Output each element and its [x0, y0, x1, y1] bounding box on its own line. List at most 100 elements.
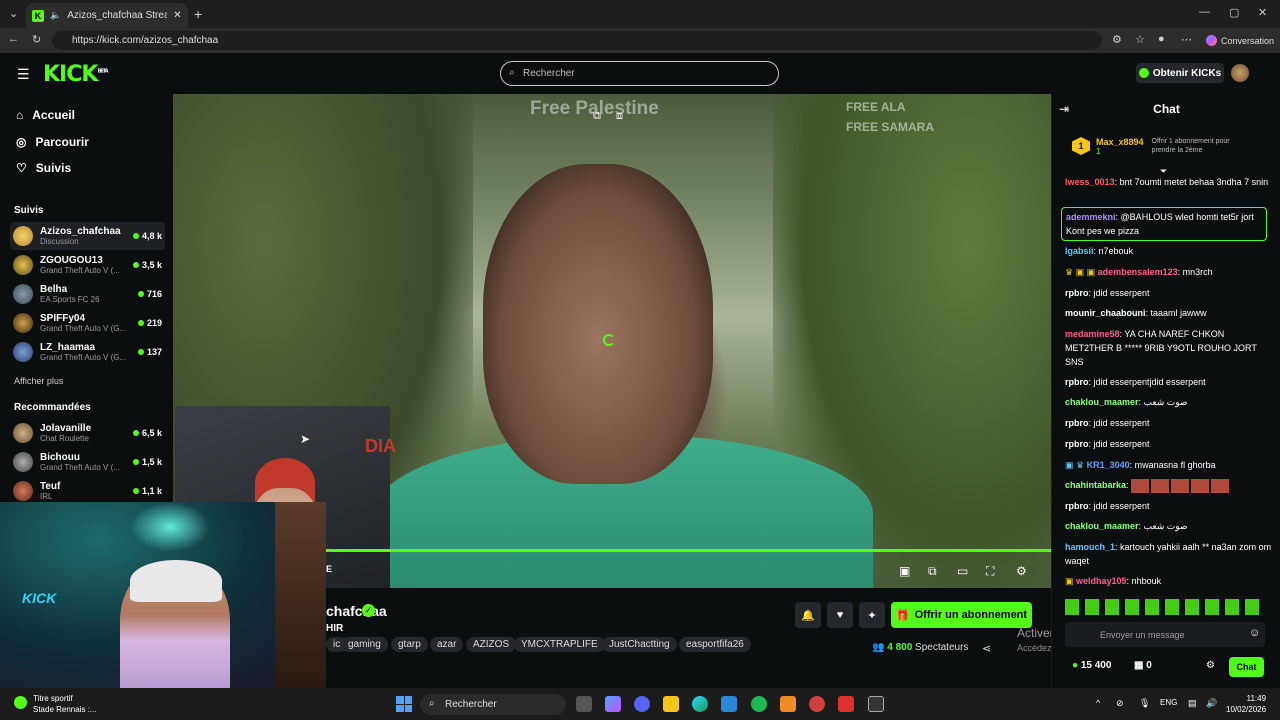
sidebar-channel[interactable]: Jolavanille Chat Roulette 6,5 k — [10, 419, 165, 447]
close-window-icon[interactable]: ✕ — [1258, 6, 1267, 19]
profile-icon[interactable]: ● — [1158, 33, 1165, 45]
steam-icon[interactable] — [809, 696, 825, 712]
microphone-icon[interactable]: 🎙 — [1139, 698, 1150, 709]
emote-bar[interactable] — [1065, 599, 1265, 615]
stream-tag[interactable]: gaming — [341, 637, 388, 652]
follow-button[interactable]: ♥ — [827, 602, 853, 628]
start-icon[interactable] — [396, 696, 412, 712]
share-icon[interactable]: ⋖ — [982, 642, 991, 655]
extensions-icon[interactable]: ⚙ — [1112, 33, 1122, 46]
close-tab-icon[interactable]: ✕ — [173, 10, 181, 21]
gift-subscription-button[interactable]: 🎁 Offrir un abonnement — [891, 602, 1032, 628]
back-icon[interactable]: ← — [8, 33, 19, 45]
language-indicator[interactable]: ENG — [1160, 698, 1177, 707]
clip-icon[interactable]: ⧈ — [616, 110, 623, 123]
chat-username[interactable]: KR1_3040 — [1087, 460, 1130, 470]
minimize-icon[interactable]: — — [1199, 6, 1210, 18]
chat-username[interactable]: chaklou_maamer — [1065, 521, 1139, 531]
nav-browse[interactable]: ◎ Parcourir — [16, 135, 89, 149]
url-field[interactable]: https://kick.com/azizos_chafchaa — [52, 31, 1102, 50]
sidebar-channel[interactable]: Bichouu Grand Theft Auto V (... 1,5 k — [10, 448, 165, 476]
show-more-link[interactable]: Afficher plus — [14, 376, 63, 386]
fullscreen-icon[interactable]: ⛶ — [986, 564, 994, 579]
task-view-icon[interactable] — [576, 696, 592, 712]
sidebar-channel[interactable]: Teuf IRL 1,1 k — [10, 477, 165, 505]
maximize-icon[interactable]: ▢ — [1229, 6, 1239, 19]
obs-icon[interactable] — [868, 696, 884, 712]
get-kicks-button[interactable]: Obtenir KICKs — [1136, 63, 1224, 83]
sidebar-channel[interactable]: Azizos_chafchaa Discussion 4,8 k — [10, 222, 165, 250]
stream-tag[interactable]: AZIZOS — [466, 637, 517, 652]
game-launcher-icon[interactable] — [838, 696, 854, 712]
stream-tag[interactable]: JustChactting — [602, 637, 677, 652]
refresh-icon[interactable]: ↻ — [32, 33, 41, 46]
search-input[interactable]: ⌕ Rechercher — [500, 61, 779, 86]
sidebar-channel[interactable]: ZGOUGOU13 Grand Theft Auto V (... 3,5 k — [10, 251, 165, 279]
menu-icon[interactable]: ☰ — [17, 66, 30, 83]
chat-username[interactable]: rpbro — [1065, 377, 1089, 387]
chat-username[interactable]: rpbro — [1065, 501, 1089, 511]
app-icon[interactable] — [780, 696, 796, 712]
stream-tag[interactable]: gtarp — [391, 637, 428, 652]
notification-bell-button[interactable]: 🔔 — [795, 602, 821, 628]
channel-name-title[interactable]: chafchaa — [326, 603, 387, 619]
clip-button-icon[interactable]: ⧉ — [928, 564, 937, 579]
browser-tab[interactable]: K 🔈 Azizos_chafchaa Stream - Wa ✕ — [26, 3, 188, 28]
volume-icon[interactable]: 🔊 — [1206, 698, 1217, 709]
network-off-icon[interactable]: ⊘ — [1116, 698, 1124, 709]
chat-username[interactable]: rpbro — [1065, 288, 1089, 298]
sidebar-channel[interactable]: LZ_haamaa Grand Theft Auto V (G... 137 — [10, 338, 165, 366]
chat-username[interactable]: hamouch_1 — [1065, 542, 1115, 552]
sidebar-channel[interactable]: SPIFFy04 Grand Theft Auto V (G... 219 — [10, 309, 165, 337]
discord-icon[interactable] — [634, 696, 650, 712]
favorites-icon[interactable]: ☆ — [1135, 33, 1145, 46]
nav-following[interactable]: ♡ Suivis — [16, 161, 71, 175]
tray-chevron-icon[interactable]: ^ — [1096, 698, 1100, 708]
user-avatar[interactable] — [1231, 64, 1249, 82]
nav-home[interactable]: ⌂ Accueil — [16, 108, 75, 122]
stream-tag[interactable]: easportfifa26 — [679, 637, 751, 652]
chat-username[interactable]: weldhay105 — [1076, 576, 1127, 586]
taskbar-search[interactable]: ⌕ Rechercher — [420, 694, 566, 715]
chat-username[interactable]: lgabsii — [1065, 246, 1094, 256]
spotify-icon[interactable] — [751, 696, 767, 712]
weather-widget[interactable]: Titre sportif Stade Rennais :... — [33, 693, 97, 715]
chat-username[interactable]: rpbro — [1065, 439, 1089, 449]
chat-username[interactable]: chahintabarka — [1065, 480, 1126, 490]
chat-username[interactable]: ademmekni — [1066, 212, 1116, 222]
emoji-icon[interactable]: ☺ — [1249, 627, 1260, 639]
stream-tag[interactable]: YMCXTRAPLIFE — [514, 637, 605, 652]
kicks-balance[interactable]: ● 15 400 — [1072, 660, 1111, 671]
send-chat-button[interactable]: Chat — [1229, 657, 1264, 677]
new-tab-icon[interactable]: + — [194, 6, 202, 22]
chat-settings-icon[interactable]: ⚙ — [1206, 660, 1215, 671]
conversation-button[interactable]: Conversation — [1200, 31, 1280, 50]
sidebar-channel[interactable]: Belha EA Sports FC 26 716 — [10, 280, 165, 308]
chat-username[interactable]: lwess_0013 — [1065, 177, 1115, 187]
more-icon[interactable]: ⋯ — [1181, 33, 1192, 46]
sparkle-button[interactable]: ✦ — [859, 602, 885, 628]
mini-player-icon[interactable]: ▭ — [957, 564, 968, 578]
wifi-icon[interactable]: ▤ — [1188, 698, 1197, 709]
channel-viewers: 6,5 k — [141, 428, 162, 438]
pip-icon[interactable]: ⧉ — [593, 110, 601, 123]
tab-list-icon[interactable]: ⌄ — [9, 7, 18, 20]
kick-logo[interactable]: KICKBETA — [43, 62, 109, 87]
taskbar-clock[interactable]: 11:49 10/02/2026 — [1226, 693, 1266, 715]
chat-input[interactable]: Envoyer un message ☺ — [1065, 622, 1265, 647]
settings-gear-icon[interactable]: ⚙ — [1016, 564, 1027, 578]
pinned-gifter[interactable]: 1 Max_x8894 1 Offrir 1 abonnement pour p… — [1072, 128, 1272, 164]
chat-username[interactable]: rpbro — [1065, 418, 1089, 428]
gift-counter[interactable]: ▦ 0 — [1134, 660, 1152, 671]
edge-icon[interactable] — [692, 696, 708, 712]
channel-category: Chat Roulette — [40, 434, 89, 443]
file-explorer-icon[interactable] — [663, 696, 679, 712]
chat-username[interactable]: mounir_chaabouni — [1065, 308, 1146, 318]
theater-mode-icon[interactable]: ▣ — [899, 564, 910, 578]
copilot-taskbar-icon[interactable] — [605, 696, 621, 712]
stream-tag[interactable]: azar — [430, 637, 464, 652]
chat-username[interactable]: medamine58 — [1065, 329, 1120, 339]
store-icon[interactable] — [721, 696, 737, 712]
chat-username[interactable]: chaklou_maamer — [1065, 397, 1139, 407]
chat-username[interactable]: adembensalem123 — [1098, 267, 1178, 277]
